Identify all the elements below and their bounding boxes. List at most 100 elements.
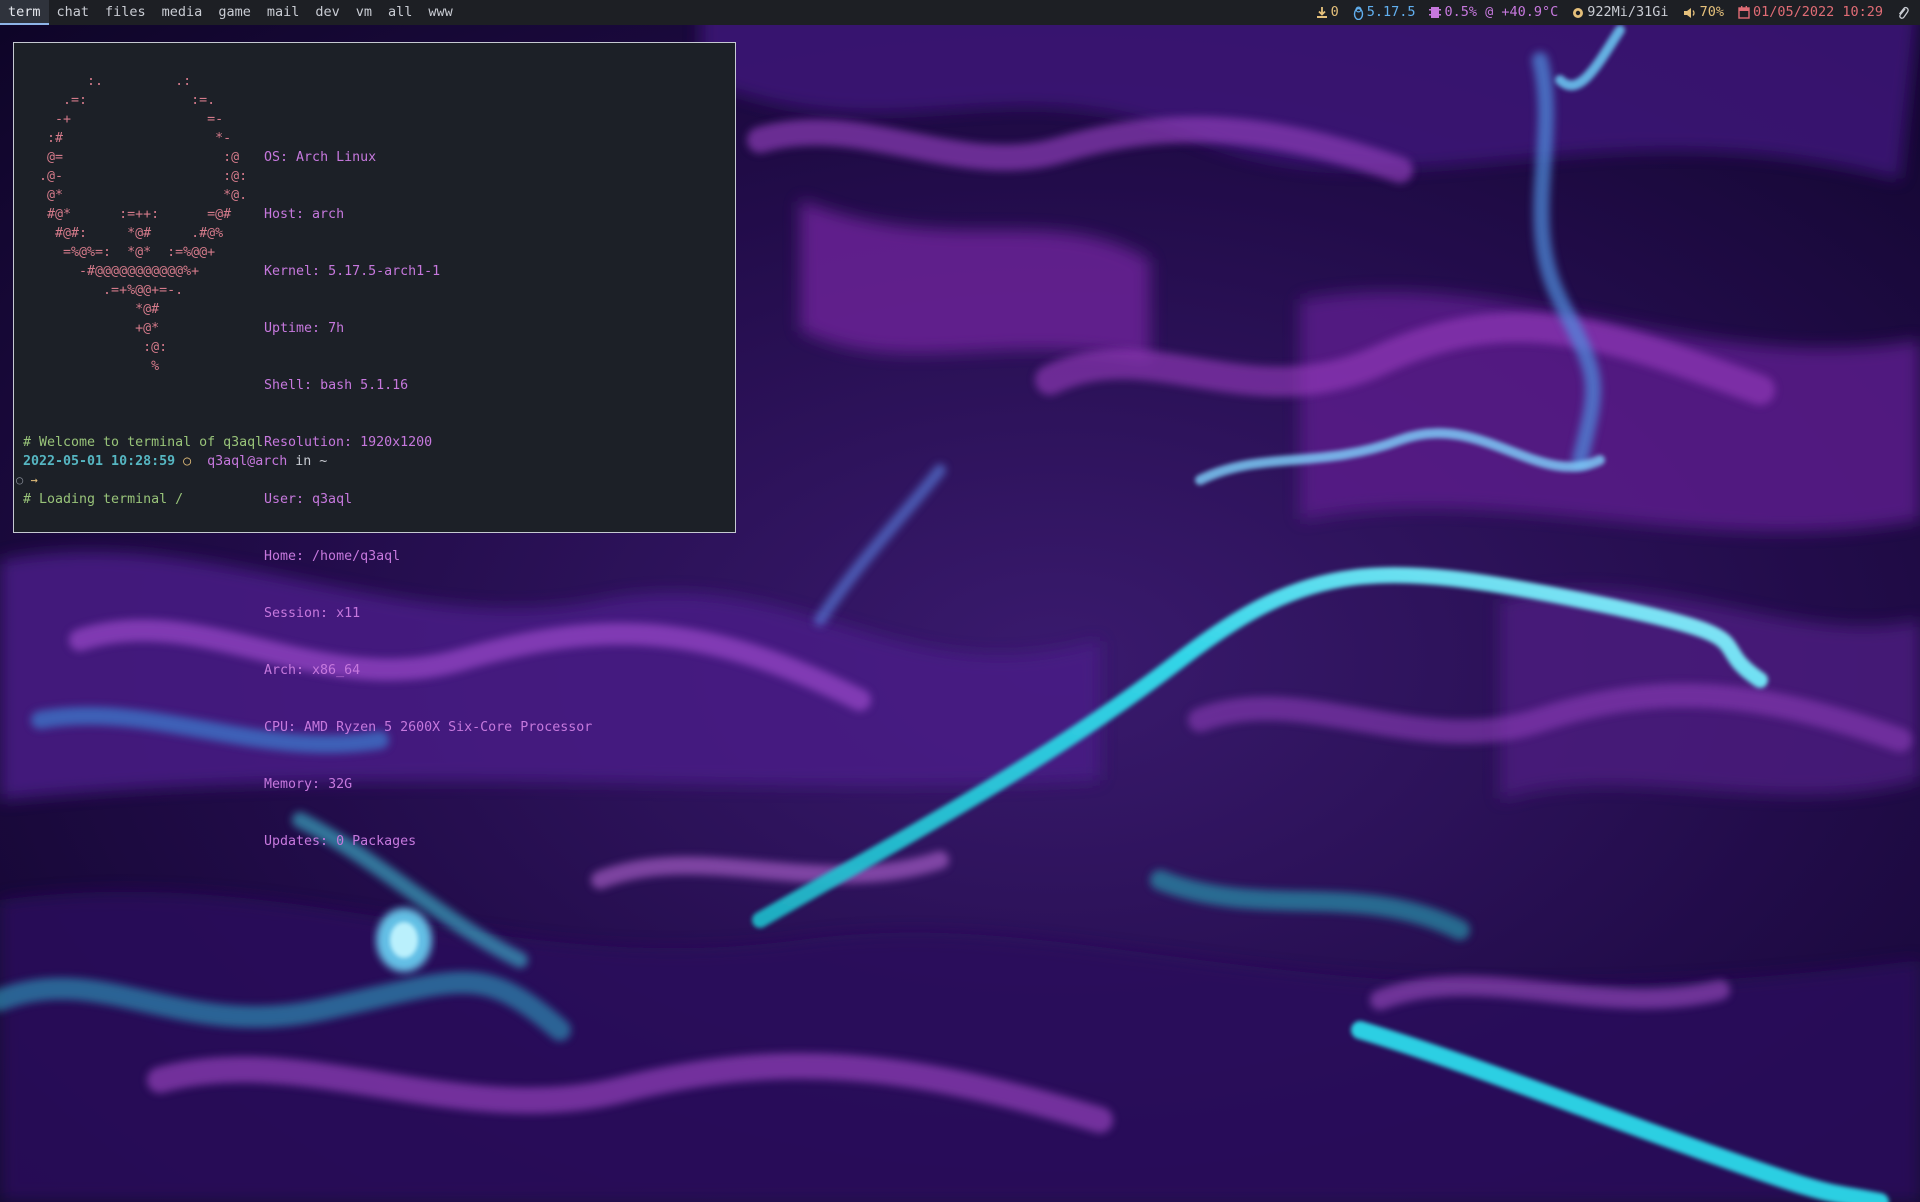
clock-module[interactable]: 01/05/2022 10:29 <box>1731 0 1890 25</box>
info-value: Arch Linux <box>296 150 377 165</box>
art-line: +@* <box>23 321 160 336</box>
art-line: .=+%@@+=-. <box>23 283 184 298</box>
info-kernel: Kernel: 5.17.5-arch1-1 <box>264 262 592 281</box>
volume-level: 70% <box>1699 4 1724 20</box>
terminal-window[interactable]: :. .: .=: :=. -+ =- :# *- @= :@ .@- :@: … <box>13 42 736 849</box>
info-memory: Memory: 32G <box>264 775 592 794</box>
info-resolution: Resolution: 1920x1200 <box>264 433 592 452</box>
volume-module[interactable]: 70% <box>1676 0 1731 25</box>
kernel-module[interactable]: 5.17.5 <box>1346 0 1423 25</box>
info-uptime: Uptime: 7h <box>264 319 592 338</box>
info-value: bash 5.1.16 <box>320 378 409 393</box>
welcome-message: # Welcome to terminal of q3aql # Loading… <box>23 395 263 547</box>
info-value: 7h <box>328 321 345 336</box>
prompt-timestamp: 2022-05-01 10:28:59 <box>23 454 176 469</box>
info-session: Session: x11 <box>264 604 592 623</box>
art-line: #@* :=++: =@# <box>23 207 232 222</box>
info-key: Shell: <box>264 378 313 393</box>
status-modules: 0 5.17.5 0.5% @ +40.9°C 922Mi/31Gi 70% 0… <box>1309 0 1920 25</box>
prompt-in: in <box>295 454 312 469</box>
download-icon <box>1316 7 1327 18</box>
memory-icon <box>1573 7 1584 18</box>
workspace-game[interactable]: game <box>210 0 259 25</box>
welcome-line: # Welcome to terminal of q3aql <box>23 435 264 450</box>
info-key: Memory: <box>264 777 321 792</box>
art-line: :# *- <box>23 131 232 146</box>
info-key: Kernel: <box>264 264 321 279</box>
info-key: OS: <box>264 150 289 165</box>
info-value: /home/q3aql <box>312 549 401 564</box>
memory-usage: 922Mi/31Gi <box>1587 4 1669 20</box>
info-key: Home: <box>264 549 305 564</box>
top-bar: term chat files media game mail dev vm a… <box>0 0 1920 25</box>
shell-prompt: 2022-05-01 10:28:59 ○ q3aql@arch in ~ <box>23 452 327 471</box>
art-line: -#@@@@@@@@@@@%+ <box>23 264 200 279</box>
info-key: Uptime: <box>264 321 321 336</box>
cpu-chip-icon <box>1429 7 1442 18</box>
workspace-chat[interactable]: chat <box>49 0 98 25</box>
art-line: @* *@. <box>23 188 248 203</box>
info-key: Host: <box>264 207 305 222</box>
info-updates: Updates: 0 Packages <box>264 832 592 851</box>
cpu-usage: 0.5% @ +40.9°C <box>1444 4 1559 20</box>
info-value: x11 <box>336 606 361 621</box>
info-key: Updates: <box>264 834 329 849</box>
prompt-path: ~ <box>319 454 328 469</box>
prompt-separator: ○ <box>183 454 192 469</box>
art-line: % <box>23 359 160 374</box>
system-info-list: OS: Arch Linux Host: arch Kernel: 5.17.5… <box>264 110 592 889</box>
info-value: q3aql <box>312 492 353 507</box>
command-line[interactable]: ○ → <box>16 471 38 490</box>
calendar-icon <box>1738 6 1750 19</box>
workspace-www[interactable]: www <box>420 0 460 25</box>
tray-module[interactable] <box>1890 0 1916 25</box>
info-key: Arch: <box>264 663 305 678</box>
workspace-vm[interactable]: vm <box>348 0 380 25</box>
info-key: Session: <box>264 606 329 621</box>
info-os: OS: Arch Linux <box>264 148 592 167</box>
speaker-icon <box>1683 7 1695 18</box>
linux-tux-icon <box>1353 5 1363 20</box>
art-line: :. .: <box>23 74 192 89</box>
updates-count: 0 <box>1330 4 1339 20</box>
cpu-module[interactable]: 0.5% @ +40.9°C <box>1422 0 1565 25</box>
welcome-line: # Loading terminal / <box>23 492 184 507</box>
workspace-files[interactable]: files <box>97 0 154 25</box>
cmdline-marker: ○ <box>16 473 24 487</box>
art-line: @= :@ <box>23 150 240 165</box>
info-cpu: CPU: AMD Ryzen 5 2600X Six-Core Processo… <box>264 718 592 737</box>
workspace-list: term chat files media game mail dev vm a… <box>0 0 461 25</box>
arch-logo-ascii-art: :. .: .=: :=. -+ =- :# *- @= :@ .@- :@: … <box>23 72 247 376</box>
workspace-all[interactable]: all <box>380 0 420 25</box>
info-shell: Shell: bash 5.1.16 <box>264 376 592 395</box>
workspace-term[interactable]: term <box>0 0 49 25</box>
info-key: CPU: <box>264 720 297 735</box>
info-value: AMD Ryzen 5 2600X Six-Core Processor <box>304 720 593 735</box>
info-key: User: <box>264 492 305 507</box>
art-line: #@#: *@# .#@% <box>23 226 224 241</box>
art-line: =%@%=: *@* :=%@@+ <box>23 245 216 260</box>
art-line: *@# <box>23 302 160 317</box>
info-value: 1920x1200 <box>360 435 433 450</box>
kernel-version: 5.17.5 <box>1366 4 1416 20</box>
memory-module[interactable]: 922Mi/31Gi <box>1565 0 1675 25</box>
date-time: 01/05/2022 10:29 <box>1752 4 1883 20</box>
art-line: -+ =- <box>23 112 224 127</box>
art-line: .@- :@: <box>23 169 248 184</box>
workspace-mail[interactable]: mail <box>259 0 308 25</box>
updates-module[interactable]: 0 <box>1309 0 1346 25</box>
workspace-media[interactable]: media <box>154 0 211 25</box>
desktop: term chat files media game mail dev vm a… <box>0 0 1920 1202</box>
prompt-user-host: q3aql@arch <box>207 454 288 469</box>
info-value: 0 Packages <box>336 834 417 849</box>
paperclip-icon <box>1898 6 1909 19</box>
workspace-dev[interactable]: dev <box>307 0 347 25</box>
info-value: arch <box>312 207 345 222</box>
info-key: Resolution: <box>264 435 353 450</box>
info-user: User: q3aql <box>264 490 592 509</box>
art-line: :@: <box>23 340 168 355</box>
info-home: Home: /home/q3aql <box>264 547 592 566</box>
info-arch: Arch: x86_64 <box>264 661 592 680</box>
info-host: Host: arch <box>264 205 592 224</box>
info-value: 32G <box>328 777 353 792</box>
